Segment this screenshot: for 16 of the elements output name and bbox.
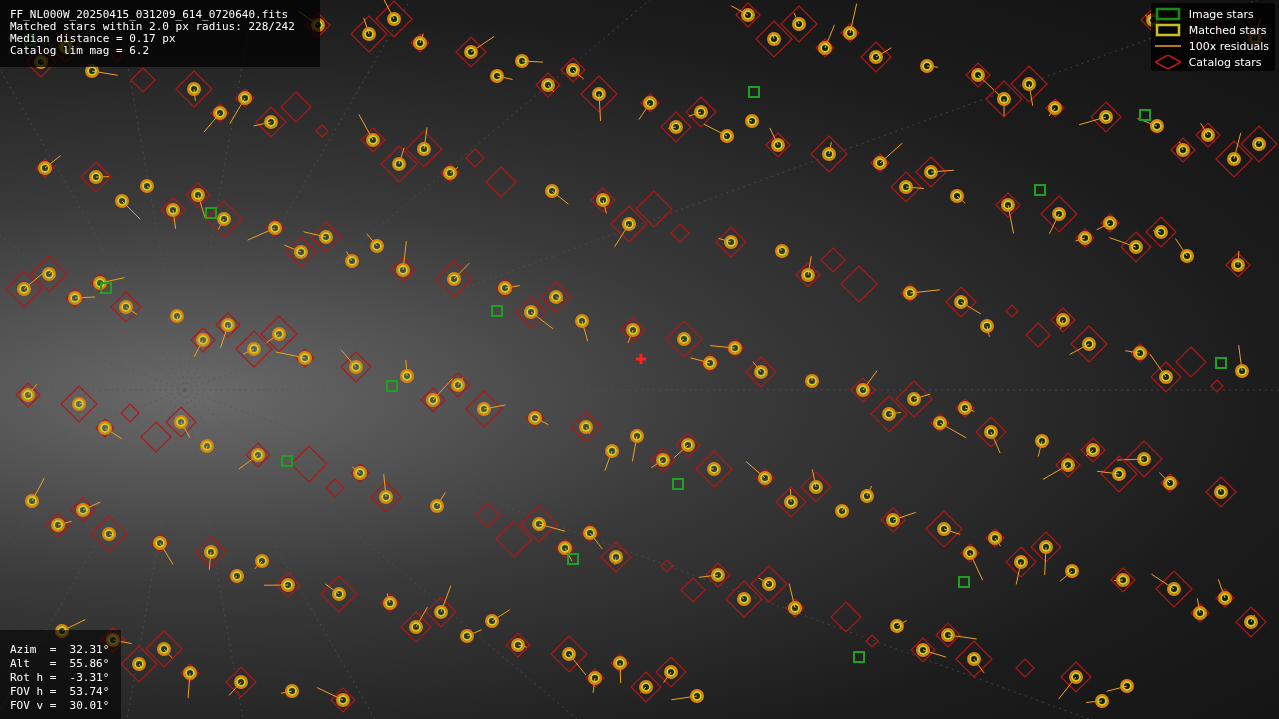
orientation-line: Alt = 55.86° [10, 657, 111, 671]
legend-label: Catalog stars [1188, 55, 1262, 69]
orientation-line: Rot h = -3.31° [10, 671, 111, 685]
info-line: FF_NL000W_20250415_031209_614_0720640.fits [10, 9, 290, 21]
legend-label: Matched stars [1188, 23, 1267, 37]
legend-label: Image stars [1188, 7, 1254, 21]
info-line: Matched stars within 2.0 px radius: 228/242 [10, 21, 296, 33]
square-icon [1154, 7, 1181, 21]
orientation-line: FOV h = 53.74° [10, 685, 111, 699]
orientation-line: FOV v = 30.01° [10, 699, 111, 713]
info-line: Median distance = 0.17 px [10, 33, 177, 45]
diamond-icon [1154, 55, 1181, 69]
legend-label: 100x residuals [1188, 39, 1269, 53]
outlined-rectangle-icon [1154, 23, 1181, 37]
info-line: Catalog lim mag = 6.2 [10, 45, 151, 57]
orientation-line: Azim = 32.31° [10, 643, 111, 657]
